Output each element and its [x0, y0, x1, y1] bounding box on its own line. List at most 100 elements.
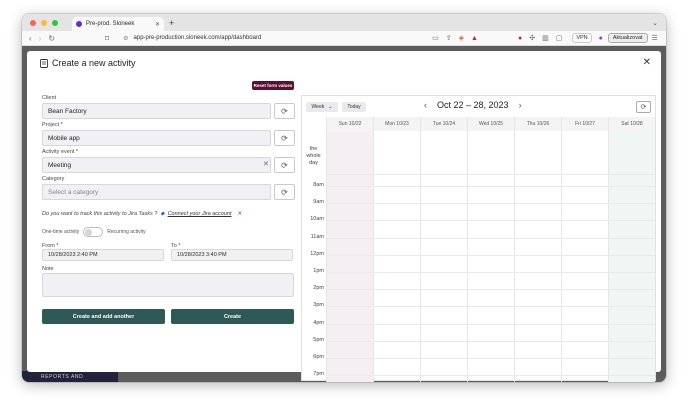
hour-line — [326, 306, 655, 308]
category-select[interactable]: Select a category — [42, 184, 271, 200]
time-label: 6pm — [313, 354, 324, 360]
tab-bar: Pre-prod. Sloneek ✕ + ⌄ — [22, 14, 666, 31]
sidebar-icon[interactable]: ▥ — [542, 34, 549, 42]
modal-title: Create a new activity — [40, 58, 136, 68]
today-button[interactable]: Today — [342, 102, 366, 112]
vpn-button[interactable]: VPN — [572, 33, 592, 43]
time-label: 4pm — [313, 319, 324, 326]
hour-line — [326, 340, 655, 342]
hour-line — [326, 203, 655, 205]
hour-line — [326, 289, 655, 291]
close-window-button[interactable] — [30, 19, 36, 26]
previous-week-icon[interactable]: ‹ — [424, 100, 427, 110]
project-refresh-icon[interactable]: ⟳ — [274, 130, 295, 146]
share-icon[interactable]: ⇪ — [446, 34, 452, 42]
one-time-label: One-time activity — [42, 229, 80, 235]
jira-question: Do you want to track this activity to Ji… — [42, 211, 158, 217]
hour-line — [326, 375, 655, 377]
day-column[interactable] — [420, 131, 467, 382]
day-column[interactable] — [514, 131, 561, 382]
hour-line — [326, 358, 655, 359]
time-label: 10am — [310, 216, 324, 223]
rewards-icon[interactable]: ▲ — [471, 35, 478, 42]
dismiss-jira-icon[interactable]: ✕ — [237, 211, 242, 217]
day-column[interactable] — [561, 131, 608, 382]
update-button[interactable]: Aktualizovat — [607, 33, 648, 43]
modal-title-text: Create a new activity — [52, 58, 136, 68]
activity-icon — [40, 58, 48, 68]
jira-logo-icon: ◆ — [160, 211, 165, 217]
close-tab-icon[interactable]: ✕ — [155, 21, 160, 28]
tab-list-chevron-icon[interactable]: ⌄ — [652, 19, 658, 27]
hour-line — [326, 186, 655, 187]
day-header: Sun 10/22 — [326, 117, 373, 131]
brave-shield-icon[interactable]: ◈ — [459, 34, 464, 42]
date-range-nav: ‹ Oct 22 – 28, 2023 › — [424, 100, 522, 110]
time-label: 12pm — [310, 250, 324, 257]
client-select[interactable]: Bean Factory — [42, 103, 271, 119]
connect-jira-link[interactable]: Connect your Jira account — [168, 211, 232, 217]
tab-title: Pre-prod. Sloneek — [86, 21, 135, 27]
clear-event-icon[interactable]: ✕ — [263, 160, 269, 168]
url-field[interactable]: ⚙ app-pre-production.sloneek.com/app/das… — [123, 33, 425, 44]
reload-icon[interactable]: ↻ — [48, 34, 55, 43]
new-tab-icon[interactable]: + — [169, 18, 174, 28]
day-column[interactable] — [373, 131, 420, 382]
time-label: 2pm — [313, 285, 324, 292]
day-column[interactable] — [608, 131, 655, 382]
menu-icon[interactable]: ☰ — [652, 34, 658, 42]
day-column[interactable] — [467, 131, 514, 382]
address-bar-row: ‹ › ↻ ⌑ ⚙ app-pre-production.sloneek.com… — [22, 31, 666, 46]
time-label: 5pm — [313, 336, 324, 343]
category-label: Category — [42, 176, 65, 182]
wallet-icon[interactable]: ▢ — [556, 34, 563, 42]
create-and-add-another-button[interactable]: Create and add another — [42, 309, 165, 324]
reset-form-button[interactable]: Reset form values — [252, 81, 294, 90]
site-info-icon[interactable]: ⚙ — [123, 35, 128, 42]
back-icon[interactable]: ‹ — [29, 34, 32, 43]
jira-prompt: Do you want to track this activity to Ji… — [42, 211, 242, 217]
next-week-icon[interactable]: › — [519, 100, 522, 110]
all-day-divider — [326, 174, 655, 175]
event-refresh-icon[interactable]: ⟳ — [274, 157, 295, 173]
chevron-down-icon: ⌄ — [328, 104, 333, 110]
url-text: app-pre-production.sloneek.com/app/dashb… — [133, 35, 262, 41]
sloneek-favicon-icon — [76, 21, 82, 27]
view-select[interactable]: Week ⌄ — [306, 102, 338, 112]
client-refresh-icon[interactable]: ⟳ — [274, 103, 295, 119]
profile-avatar-icon[interactable]: ● — [599, 35, 603, 42]
bookmark-icon[interactable]: ⌑ — [105, 34, 109, 43]
note-textarea[interactable] — [42, 273, 294, 297]
note-label: Note — [42, 266, 54, 272]
forward-icon[interactable]: › — [39, 34, 42, 43]
to-datetime-input[interactable]: 10/28/2023 3:40 PM — [171, 249, 293, 261]
hour-line — [326, 220, 655, 222]
hour-line — [326, 272, 655, 273]
screen-icon[interactable]: ▭ — [432, 34, 439, 42]
date-range-text: Oct 22 – 28, 2023 — [437, 100, 509, 110]
puzzle-icon[interactable]: ✣ — [529, 34, 535, 42]
from-datetime-input[interactable]: 10/28/2023 2:40 PM — [42, 249, 164, 261]
calendar-refresh-icon[interactable]: ⟳ — [636, 101, 651, 113]
day-column[interactable] — [326, 131, 373, 382]
time-label: 1pm — [313, 268, 324, 274]
maximize-window-button[interactable] — [52, 19, 58, 26]
client-label: Client — [42, 95, 57, 101]
project-label: Project * — [42, 122, 63, 128]
project-select[interactable]: Mobile app — [42, 130, 271, 146]
browser-tab[interactable]: Pre-prod. Sloneek ✕ — [72, 17, 164, 31]
calendar-grid[interactable]: the whole day Sun 10/22 Mon 10/23 Tue 10/2… — [302, 117, 655, 382]
window-controls — [30, 19, 58, 26]
recurrence-toggle[interactable] — [83, 227, 104, 237]
close-modal-icon[interactable]: ✕ — [643, 57, 651, 68]
time-label: 7pm — [313, 371, 324, 378]
extension-icon[interactable]: ● — [518, 35, 522, 42]
recurrence-toggle-row: One-time activity Recurring activity — [42, 227, 146, 237]
day-header: Sat 10/28 — [608, 117, 655, 131]
category-refresh-icon[interactable]: ⟳ — [274, 184, 295, 200]
view-select-label: Week — [311, 104, 325, 110]
minimize-window-button[interactable] — [41, 19, 47, 26]
create-button[interactable]: Create — [171, 309, 294, 324]
day-header: Fri 10/27 — [561, 117, 608, 131]
activity-event-select[interactable]: Meeting — [42, 157, 271, 173]
